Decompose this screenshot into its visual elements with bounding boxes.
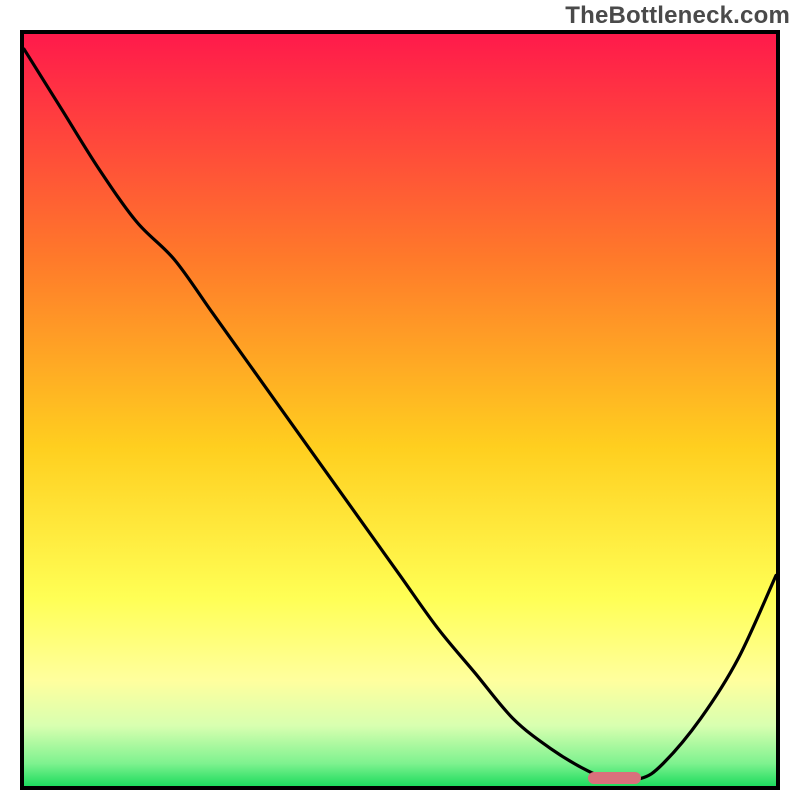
plot-frame xyxy=(20,30,780,790)
bottleneck-curve xyxy=(24,34,776,786)
watermark-text: TheBottleneck.com xyxy=(565,2,790,30)
chart-container: TheBottleneck.com xyxy=(0,0,800,800)
optimal-range-marker xyxy=(588,772,641,784)
